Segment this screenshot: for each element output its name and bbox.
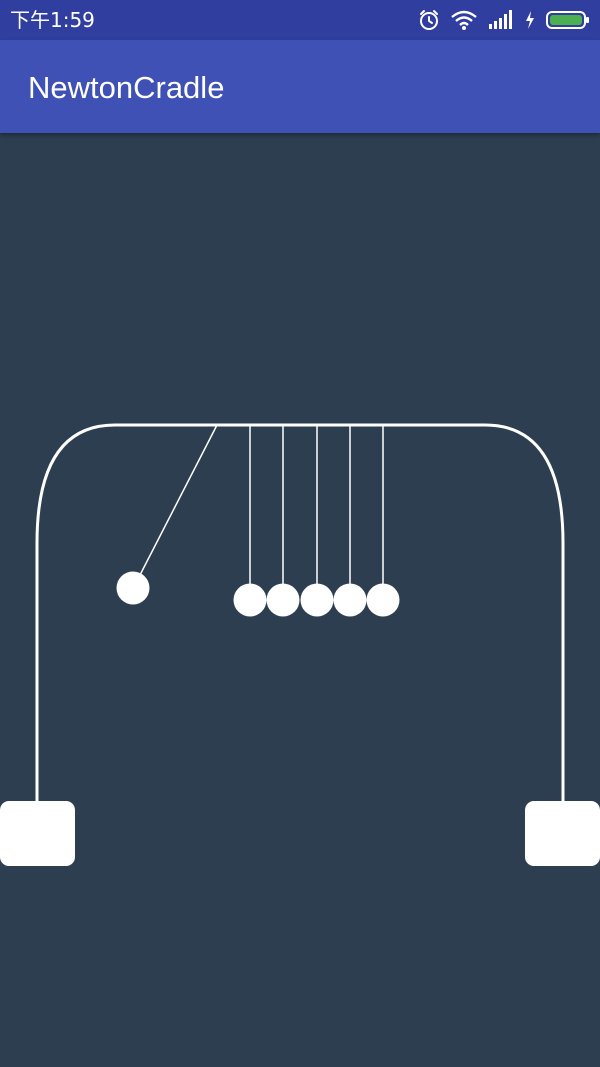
pendulum-ball <box>266 583 300 617</box>
newton-cradle <box>0 423 600 866</box>
app-screen: 下午1:59 NewtonCradle <box>0 0 600 1067</box>
cradle-frame <box>35 423 565 802</box>
pendulum-ball <box>333 583 367 617</box>
pendulum-ball <box>300 583 334 617</box>
pendulum-ball <box>366 583 400 617</box>
cradle-base-right <box>525 801 600 866</box>
pendulum-string <box>139 424 218 576</box>
pendulum-ball <box>233 583 267 617</box>
cradle-base-left <box>0 801 75 866</box>
pendulum-ball <box>116 571 150 605</box>
